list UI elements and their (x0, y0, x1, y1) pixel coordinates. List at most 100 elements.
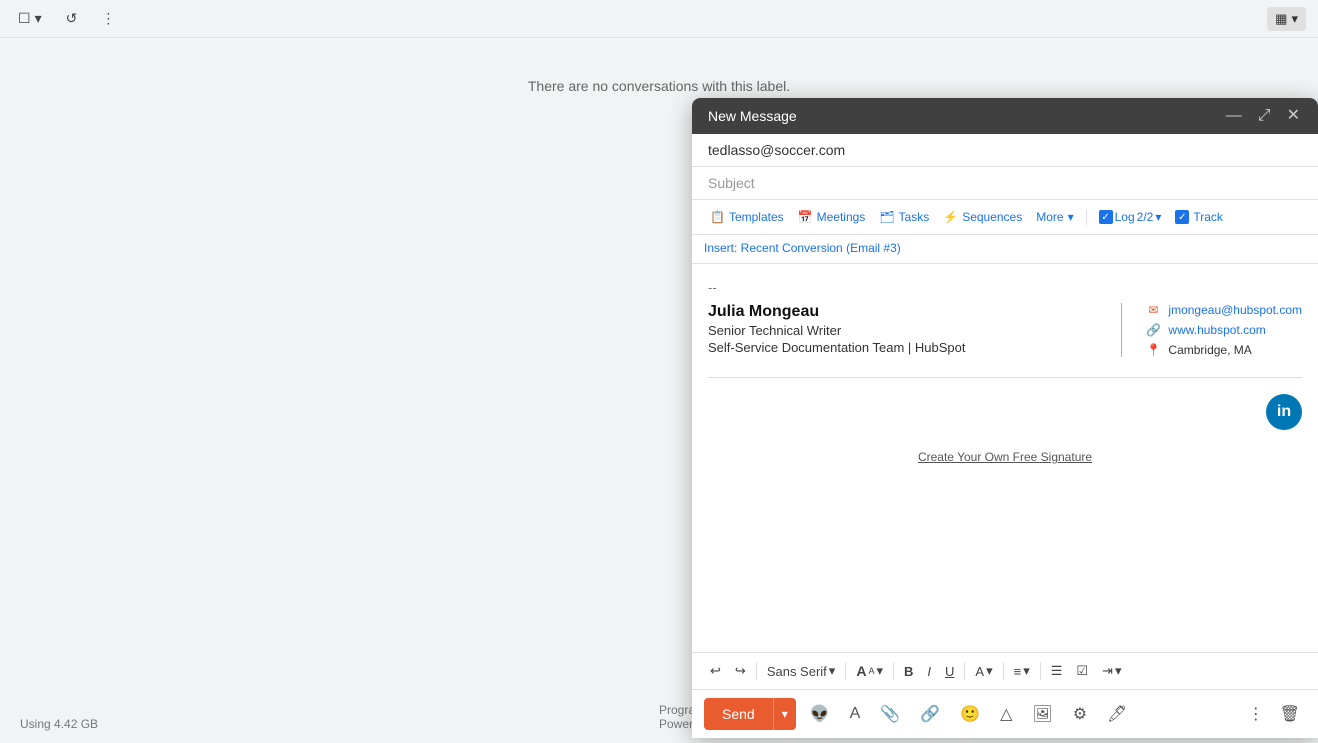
track-check-icon: ✓ (1175, 210, 1189, 224)
link-icon: 🔗 (920, 704, 940, 724)
bold-button[interactable]: B (898, 660, 919, 683)
track-label: Track (1193, 210, 1223, 224)
sig-website-link[interactable]: www.hubspot.com (1168, 323, 1265, 337)
font-family-dropdown[interactable]: Sans Serif ▾ (761, 659, 842, 683)
meetings-button[interactable]: 📅 Meetings (792, 206, 872, 228)
font-color-send-button[interactable]: A (844, 699, 867, 729)
undo-button[interactable]: ↩ (704, 659, 727, 683)
delete-button[interactable]: 🗑 (1274, 698, 1306, 730)
more-send-button[interactable]: ⋮ (1242, 698, 1270, 730)
compose-window: New Message — ⤢ ✕ tedlasso@soccer.com Su… (692, 98, 1318, 738)
close-icon: ✕ (1287, 107, 1300, 124)
storage-text: Using 4.42 GB (20, 717, 98, 731)
refresh-button[interactable]: ↺ (60, 6, 84, 31)
emoji-button[interactable]: 🙂 (954, 698, 986, 730)
send-right: ⋮ 🗑 (1242, 698, 1306, 730)
checklist-button[interactable]: ☑ (1070, 659, 1094, 683)
pen-icon: 🖊 (1107, 704, 1127, 724)
track-button[interactable]: ✓ Track (1169, 206, 1229, 228)
log-dropdown-arrow: ▾ (1155, 210, 1161, 224)
font-family-label: Sans Serif (767, 664, 827, 679)
log-check-icon: ✓ (1099, 210, 1113, 224)
more-button[interactable]: More ▾ (1030, 206, 1079, 228)
linkedin-badge[interactable]: in (1266, 394, 1302, 430)
checklist-icon: ☑ (1076, 663, 1088, 679)
hubspot-button[interactable]: ⚙ (1067, 698, 1093, 730)
compose-subject-field[interactable]: Subject (692, 167, 1318, 200)
grid-dropdown-arrow: ▾ (1291, 11, 1298, 27)
compose-controls: — ⤢ ✕ (1224, 106, 1302, 126)
redo-icon: ↪ (735, 663, 746, 679)
signature-pen-button[interactable]: 🖊 (1101, 698, 1133, 730)
refresh-icon: ↺ (66, 10, 78, 27)
sig-email-link[interactable]: jmongeau@hubspot.com (1168, 303, 1302, 317)
align-arrow: ▾ (1023, 663, 1030, 679)
italic-icon: I (927, 664, 931, 679)
sequences-button[interactable]: ⚡ Sequences (937, 206, 1028, 228)
sig-divider (1121, 303, 1122, 357)
trash-icon: 🗑 (1280, 704, 1300, 724)
grid-view-button[interactable]: ▦ ▾ (1267, 7, 1306, 31)
tasks-button[interactable]: 🗂 Tasks (873, 206, 935, 228)
format-sep-5 (1003, 662, 1004, 680)
create-signature-link[interactable]: Create Your Own Free Signature (708, 450, 1302, 464)
insert-link[interactable]: Insert: Recent Conversion (Email #3) (704, 241, 901, 255)
font-size-small: A (868, 666, 874, 676)
close-button[interactable]: ✕ (1285, 106, 1302, 126)
drive-icon: △ (1000, 704, 1012, 724)
bullets-icon: ☰ (1051, 663, 1063, 679)
send-button[interactable]: Send (704, 698, 773, 730)
undo-icon: ↩ (710, 663, 721, 679)
paperclip-icon: 📎 (880, 704, 900, 724)
compose-body[interactable]: -- Julia Mongeau Senior Technical Writer… (692, 264, 1318, 652)
expand-icon: ⤢ (1258, 107, 1271, 124)
indent-arrow: ▾ (1115, 663, 1122, 679)
top-toolbar: ☐ ▾ ↺ ⋮ ▦ ▾ (0, 0, 1318, 38)
emoji-send-button[interactable]: 👽 (804, 698, 836, 730)
empty-state-message: There are no conversations with this lab… (528, 78, 790, 94)
log-button[interactable]: ✓ Log 2/2 ▾ (1093, 206, 1168, 228)
drive-button[interactable]: △ (994, 698, 1018, 730)
checkbox-icon: ☐ (18, 10, 31, 27)
more-send-icon: ⋮ (1248, 704, 1264, 724)
linkedin-icon: in (1277, 403, 1291, 421)
send-dropdown-button[interactable]: ▾ (773, 698, 796, 730)
more-options-button[interactable]: ⋮ (95, 6, 121, 31)
sig-separator: -- (708, 280, 1302, 295)
link-button[interactable]: 🔗 (914, 698, 946, 730)
expand-button[interactable]: ⤢ (1256, 106, 1273, 126)
italic-button[interactable]: I (921, 660, 937, 683)
redo-button[interactable]: ↪ (729, 659, 752, 683)
sequences-icon: ⚡ (943, 210, 958, 224)
templates-button[interactable]: 📋 Templates (704, 206, 790, 228)
sig-company: Self-Service Documentation Team | HubSpo… (708, 340, 1097, 355)
bullets-button[interactable]: ☰ (1045, 659, 1069, 683)
alien-emoji-icon: 👽 (810, 704, 830, 724)
compose-toolbar: 📋 Templates 📅 Meetings 🗂 Tasks ⚡ Sequenc… (692, 200, 1318, 235)
attach-button[interactable]: 📎 (874, 698, 906, 730)
compose-to-field[interactable]: tedlasso@soccer.com (692, 134, 1318, 167)
compose-title: New Message (708, 108, 797, 124)
emoji-icon: 🙂 (960, 704, 980, 724)
image-button[interactable]: 🖼 (1026, 698, 1058, 730)
font-size-icon: A (856, 663, 866, 679)
sig-right: ✉ jmongeau@hubspot.com 🔗 www.hubspot.com… (1146, 303, 1302, 357)
tasks-icon: 🗂 (879, 210, 894, 224)
image-icon: 🖼 (1032, 704, 1052, 724)
more-dropdown-icon: ▾ (1068, 210, 1074, 224)
font-size-dropdown[interactable]: A A ▾ (850, 659, 889, 683)
sig-name: Julia Mongeau (708, 303, 1097, 321)
font-color-dropdown[interactable]: A ▾ (969, 659, 998, 683)
send-dropdown-arrow: ▾ (782, 707, 788, 721)
indent-dropdown[interactable]: ⇥ ▾ (1096, 659, 1127, 683)
log-label: Log (1115, 210, 1135, 224)
checkbox-toggle-button[interactable]: ☐ ▾ (12, 6, 48, 31)
font-color-icon: A (975, 664, 984, 679)
align-dropdown[interactable]: ≡ ▾ (1008, 659, 1036, 683)
minimize-button[interactable]: — (1224, 106, 1244, 126)
font-color-send-icon: A (850, 705, 861, 723)
subject-placeholder: Subject (708, 175, 755, 191)
format-sep-6 (1040, 662, 1041, 680)
dropdown-arrow: ▾ (35, 10, 42, 27)
underline-button[interactable]: U (939, 660, 960, 683)
